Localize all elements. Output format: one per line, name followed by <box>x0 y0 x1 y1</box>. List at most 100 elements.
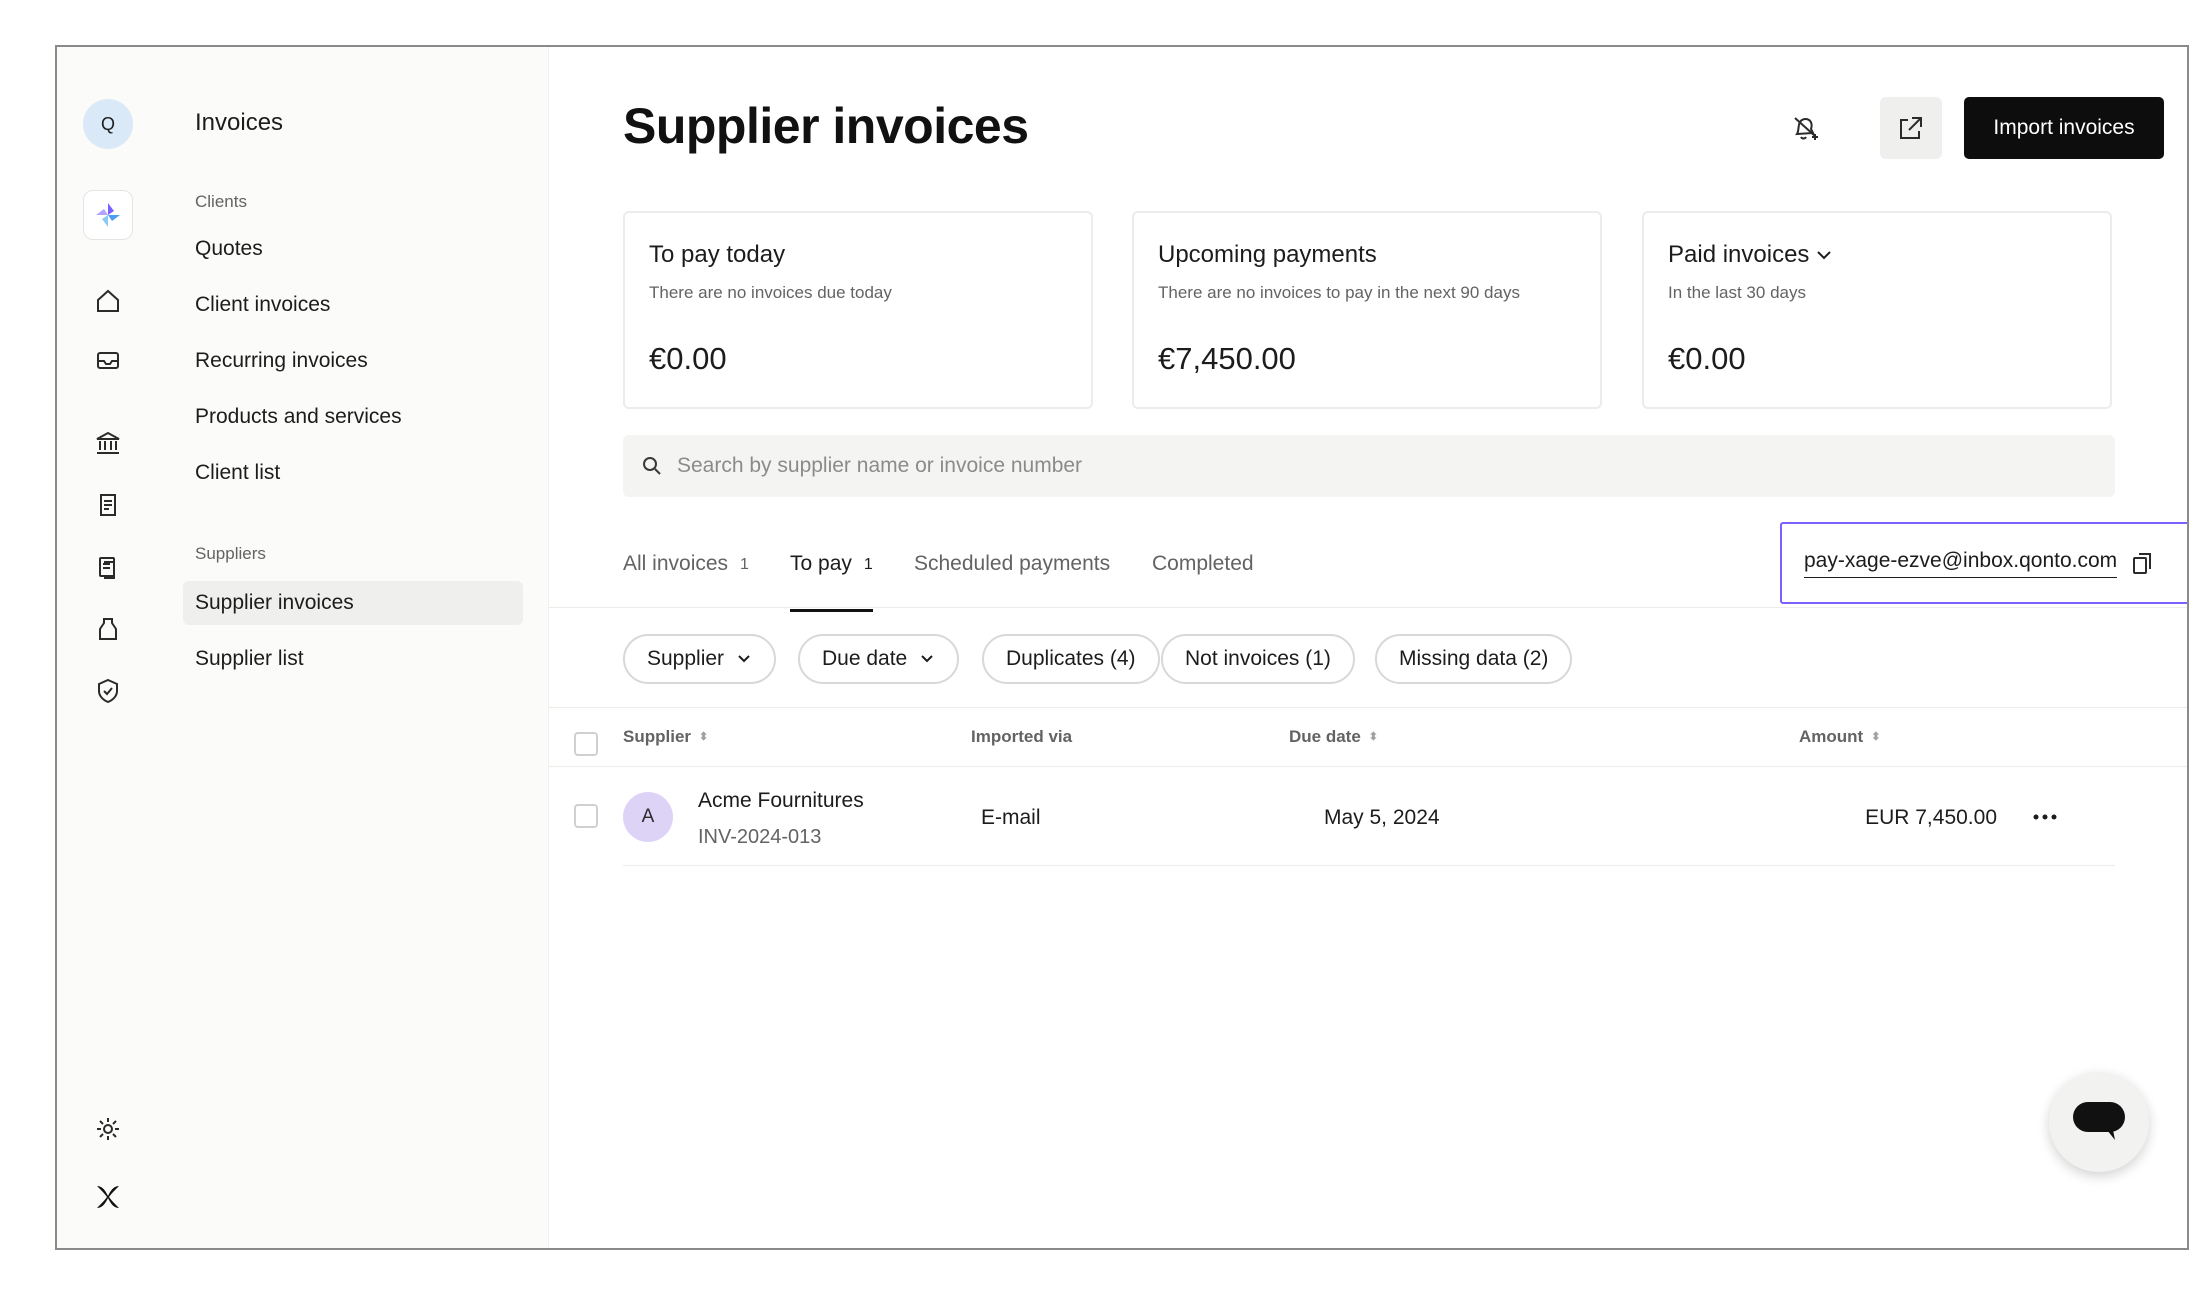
card-amount: €0.00 <box>649 341 727 376</box>
sort-icon: ⬍ <box>1368 730 1379 743</box>
supplier-inbox-email[interactable]: pay-xage-ezve@inbox.qonto.com <box>1780 522 2187 604</box>
import-invoices-button[interactable]: Import invoices <box>1964 97 2164 159</box>
column-label: Amount <box>1799 727 1864 746</box>
bank-icon[interactable] <box>82 417 134 469</box>
row-checkbox[interactable] <box>574 804 598 828</box>
filter-label: Duplicates (4) <box>1006 647 1136 670</box>
filter-label: Missing data (2) <box>1399 647 1549 670</box>
imported-via: E-mail <box>981 806 1041 829</box>
sidebar-item-client-invoices[interactable]: Client invoices <box>183 283 523 327</box>
filters-divider <box>549 707 2187 708</box>
savings-jar-icon[interactable] <box>82 603 134 655</box>
column-header-amount[interactable]: Amount ⬍ <box>1799 727 1880 747</box>
invoices-app-icon[interactable] <box>83 190 133 240</box>
select-all-checkbox[interactable] <box>574 732 598 756</box>
column-label: Imported via <box>971 727 1073 746</box>
invoices-app-logo-icon <box>96 203 120 227</box>
card-title: Upcoming payments <box>1158 241 1377 268</box>
tabs-divider <box>549 607 2187 608</box>
tab-to-pay[interactable]: To pay 1 <box>790 552 873 612</box>
filter-supplier[interactable]: Supplier <box>623 634 777 684</box>
search-icon <box>643 457 661 475</box>
organization-avatar-letter: Q <box>100 113 115 134</box>
tab-completed[interactable]: Completed <box>1152 552 1254 612</box>
tab-label: All invoices <box>623 552 729 575</box>
filter-duplicates[interactable]: Duplicates (4) <box>982 634 1160 684</box>
sidebar-item-supplier-invoices[interactable]: Supplier invoices <box>183 581 523 625</box>
upcoming-payments-card: Upcoming payments There are no invoices … <box>1132 211 1602 409</box>
to-pay-today-card: To pay today There are no invoices due t… <box>623 211 1093 409</box>
home-icon[interactable] <box>82 275 134 327</box>
qonto-logo-icon[interactable] <box>82 1171 134 1223</box>
filter-not-invoices[interactable]: Not invoices (1) <box>1161 634 1355 684</box>
app-window: Q Invoices Clients Quotes Client invoice… <box>55 45 2189 1250</box>
suppliers-group-label: Suppliers <box>195 544 266 563</box>
inbox-email-address: pay-xage-ezve@inbox.qonto.com <box>1804 549 2118 578</box>
column-label: Due date <box>1289 727 1361 746</box>
bell-settings-icon <box>1794 117 1818 140</box>
more-options-icon[interactable] <box>2027 803 2063 831</box>
page-title: Supplier invoices <box>623 98 1029 154</box>
sidebar-item-products-and-services[interactable]: Products and services <box>183 395 523 439</box>
inbox-icon[interactable] <box>82 334 134 386</box>
sort-icon: ⬍ <box>1871 730 1881 743</box>
sidebar-item-recurring-invoices[interactable]: Recurring invoices <box>183 339 523 383</box>
sidebar-item-client-list[interactable]: Client list <box>183 451 523 495</box>
documents-icon[interactable] <box>82 541 134 593</box>
filter-due-date[interactable]: Due date <box>798 634 960 684</box>
tab-label: To pay <box>790 552 852 575</box>
card-subtitle: There are no invoices due today <box>649 283 892 302</box>
settings-gear-icon[interactable] <box>82 1103 134 1155</box>
column-header-supplier[interactable]: Supplier ⬍ <box>623 727 708 747</box>
paid-invoices-dropdown[interactable]: Paid invoices <box>1668 241 1833 269</box>
invoice-number: INV-2024-013 <box>698 826 822 848</box>
chevron-down-icon <box>738 655 750 663</box>
filter-missing-data[interactable]: Missing data (2) <box>1375 634 1573 684</box>
tab-count: 1 <box>863 556 873 573</box>
card-amount: €0.00 <box>1668 341 1746 376</box>
tab-count: 1 <box>740 556 749 573</box>
paid-invoices-card: Paid invoices In the last 30 days €0.00 <box>1642 211 2112 409</box>
icon-rail: Q <box>57 47 161 1248</box>
card-title: Paid invoices <box>1668 241 1810 268</box>
supplier-avatar: A <box>623 792 673 842</box>
card-amount: €7,450.00 <box>1158 341 1296 376</box>
sidebar-item-supplier-list[interactable]: Supplier list <box>183 637 523 681</box>
chat-bubble-icon <box>2073 1102 2125 1140</box>
card-title: To pay today <box>649 241 786 268</box>
organization-avatar[interactable]: Q <box>83 99 133 149</box>
row-divider <box>623 865 2115 866</box>
chat-support-button[interactable] <box>2049 1072 2149 1172</box>
search-input[interactable] <box>677 454 1977 478</box>
amount: EUR 7,450.00 <box>1865 806 1997 829</box>
search-bar <box>623 435 2115 497</box>
tab-all-invoices[interactable]: All invoices 1 <box>623 552 749 612</box>
chevron-down-icon <box>921 655 933 663</box>
receipt-icon[interactable] <box>82 479 134 531</box>
copy-icon[interactable] <box>2131 551 2153 575</box>
clients-group-label: Clients <box>195 192 247 211</box>
column-header-imported-via: Imported via <box>971 727 1072 747</box>
table-row[interactable]: A Acme Fournitures INV-2024-013 E-mail M… <box>549 767 2187 865</box>
main-content: Supplier invoices Import invoices To pay… <box>549 47 2187 1248</box>
notification-settings-button[interactable] <box>1774 97 1836 159</box>
filter-label: Not invoices (1) <box>1185 647 1331 670</box>
card-subtitle: There are no invoices to pay in the next… <box>1158 283 1520 302</box>
column-label: Supplier <box>623 727 692 746</box>
due-date: May 5, 2024 <box>1324 806 1440 829</box>
filter-label: Due date <box>822 647 908 670</box>
card-subtitle: In the last 30 days <box>1668 283 1806 302</box>
column-header-due-date[interactable]: Due date ⬍ <box>1289 727 1378 747</box>
sidebar-title: Invoices <box>195 109 284 136</box>
export-button[interactable] <box>1880 97 1942 159</box>
tab-label: Scheduled payments <box>914 552 1111 575</box>
tab-label: Completed <box>1152 552 1254 575</box>
export-icon <box>1900 117 1922 139</box>
sidebar-item-quotes[interactable]: Quotes <box>183 227 523 271</box>
sort-icon: ⬍ <box>699 730 709 743</box>
tab-scheduled-payments[interactable]: Scheduled payments <box>914 552 1110 612</box>
filter-label: Supplier <box>647 647 725 670</box>
chevron-down-icon <box>1817 251 1832 260</box>
shield-check-icon[interactable] <box>82 665 134 717</box>
supplier-name: Acme Fournitures <box>698 789 864 812</box>
